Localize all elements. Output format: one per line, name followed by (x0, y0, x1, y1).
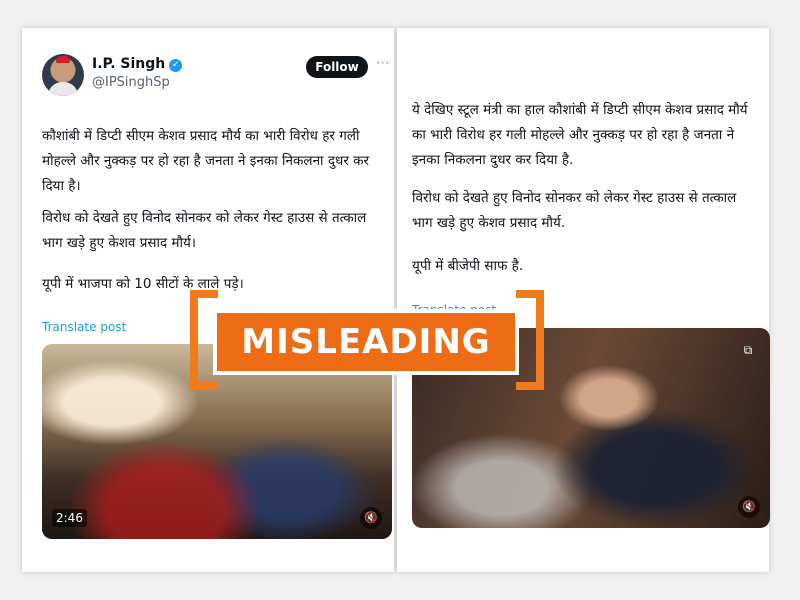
translate-post-link[interactable]: Translate post (42, 320, 126, 334)
author-name-text: I.P. Singh (92, 56, 166, 72)
author-handle[interactable]: @IPSinghSp (92, 75, 170, 90)
picture-in-picture-icon[interactable]: ⧉ (738, 340, 758, 360)
post-text-paragraph-2: विरोध को देखते हुए विनोद सोनकर को लेकर ग… (42, 210, 367, 251)
post-text-paragraph-2: विरोध को देखते हुए विनोद सोनकर को लेकर ग… (412, 190, 737, 231)
verified-badge-icon: ✓ (169, 59, 183, 72)
follow-button[interactable]: Follow (306, 56, 368, 78)
author-name[interactable]: I.P. Singh ✓ (92, 56, 183, 72)
misleading-stamp: MISLEADING (213, 309, 519, 375)
post-text-paragraph-1: ये देखिए स्टूल मंत्री का हाल कौशांबी में… (412, 102, 748, 168)
more-options-icon[interactable]: ⋯ (376, 56, 390, 72)
mute-icon[interactable]: 🔇 (738, 496, 760, 518)
right-post-card: ये देखिए स्टूल मंत्री का हाल कौशांबी में… (397, 28, 770, 572)
video-duration: 2:46 (52, 509, 87, 527)
post-text-paragraph-1: कौशांबी में डिप्टी सीएम केशव प्रसाद मौर्… (42, 128, 370, 194)
post-text-paragraph-3: यूपी में बीजेपी साफ है. (412, 258, 524, 274)
avatar[interactable] (42, 54, 84, 96)
stamp-right-bracket (516, 290, 544, 390)
post-header: I.P. Singh ✓ @IPSinghSp Follow ⋯ (42, 54, 390, 102)
mute-icon[interactable]: 🔇 (360, 507, 382, 529)
